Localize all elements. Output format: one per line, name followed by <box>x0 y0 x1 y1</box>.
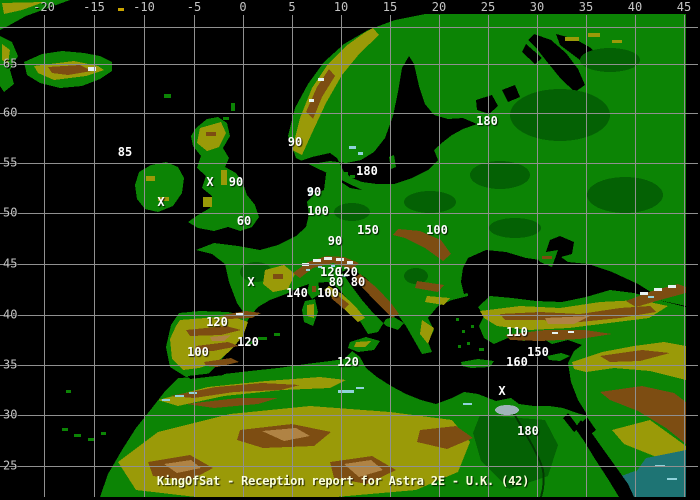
reception-value: 90 <box>287 135 303 149</box>
x-mark: X <box>206 175 214 189</box>
reception-value: 160 <box>506 355 528 369</box>
x-mark: X <box>157 195 165 209</box>
longitude-label: 40 <box>627 0 643 14</box>
reception-value: 120 <box>337 355 359 369</box>
reception-value: 80 <box>350 275 366 289</box>
grid-line-longitude <box>144 15 145 497</box>
grid-line-longitude <box>243 15 244 497</box>
grid-line-longitude <box>44 15 45 497</box>
latitude-label: 60 <box>3 105 18 120</box>
reception-value: 100 <box>426 223 448 237</box>
map-title: KingOfSat - Reception report for Astra 2… <box>156 474 530 488</box>
grid-line-longitude <box>390 15 391 497</box>
longitude-label: -10 <box>133 0 155 14</box>
grid-line-longitude <box>586 15 587 497</box>
grid-line-longitude <box>292 15 293 497</box>
reception-value: 180 <box>517 424 539 438</box>
reception-value: 110 <box>506 325 528 339</box>
grid-line-latitude <box>0 64 698 65</box>
grid-line-longitude <box>684 15 685 497</box>
latitude-label: 40 <box>3 307 18 322</box>
longitude-label: 25 <box>480 0 496 14</box>
grid-line-latitude <box>0 415 698 416</box>
grid-line-longitude <box>341 15 342 497</box>
reception-value: 60 <box>236 214 252 228</box>
reception-value: 120 <box>206 315 228 329</box>
terrain-map <box>0 0 700 500</box>
longitude-label: 30 <box>529 0 545 14</box>
latitude-label: 25 <box>3 458 18 473</box>
latitude-label: 50 <box>3 205 18 220</box>
longitude-label: -5 <box>186 0 202 14</box>
grid-line-latitude <box>0 466 698 467</box>
longitude-label: 15 <box>382 0 398 14</box>
reception-value: 90 <box>228 175 244 189</box>
reception-value: 120 <box>237 335 259 349</box>
reception-value: 180 <box>476 114 498 128</box>
longitude-label: 10 <box>333 0 349 14</box>
latitude-label: 55 <box>3 155 18 170</box>
grid-line-latitude <box>0 213 698 214</box>
longitude-label: -20 <box>33 0 55 14</box>
latitude-label: 35 <box>3 357 18 372</box>
latitude-label: 65 <box>3 56 18 71</box>
grid-line-longitude <box>488 15 489 497</box>
reception-value: 100 <box>307 204 329 218</box>
longitude-label: 5 <box>288 0 296 14</box>
x-mark: X <box>498 384 506 398</box>
reception-value: 150 <box>527 345 549 359</box>
reception-value: 180 <box>356 164 378 178</box>
longitude-label: -15 <box>83 0 105 14</box>
reception-value: 85 <box>117 145 133 159</box>
grid-line-latitude <box>0 315 698 316</box>
grid-line-latitude <box>0 163 698 164</box>
latitude-label: 30 <box>3 407 18 422</box>
grid-line-latitude <box>0 27 698 28</box>
reception-map: -20 -15 -10 -5 0 5 10 15 20 25 30 35 40 45 65 60 55 50 45 4… <box>0 0 700 500</box>
longitude-label: 45 <box>676 0 692 14</box>
grid-line-longitude <box>439 15 440 497</box>
x-mark: X <box>247 275 255 289</box>
grid-line-longitude <box>194 15 195 497</box>
reception-value: 100 <box>317 286 339 300</box>
reception-value: 100 <box>187 345 209 359</box>
longitude-label: 0 <box>239 0 247 14</box>
grid-line-latitude <box>0 113 698 114</box>
longitude-label: 20 <box>431 0 447 14</box>
yellow-tick <box>118 8 124 11</box>
reception-value: 140 <box>286 286 308 300</box>
grid-line-longitude <box>635 15 636 497</box>
reception-value: 90 <box>306 185 322 199</box>
reception-value: 150 <box>357 223 379 237</box>
longitude-label: 35 <box>578 0 594 14</box>
latitude-label: 45 <box>3 256 18 271</box>
grid-line-longitude <box>94 15 95 497</box>
reception-value: 90 <box>327 234 343 248</box>
